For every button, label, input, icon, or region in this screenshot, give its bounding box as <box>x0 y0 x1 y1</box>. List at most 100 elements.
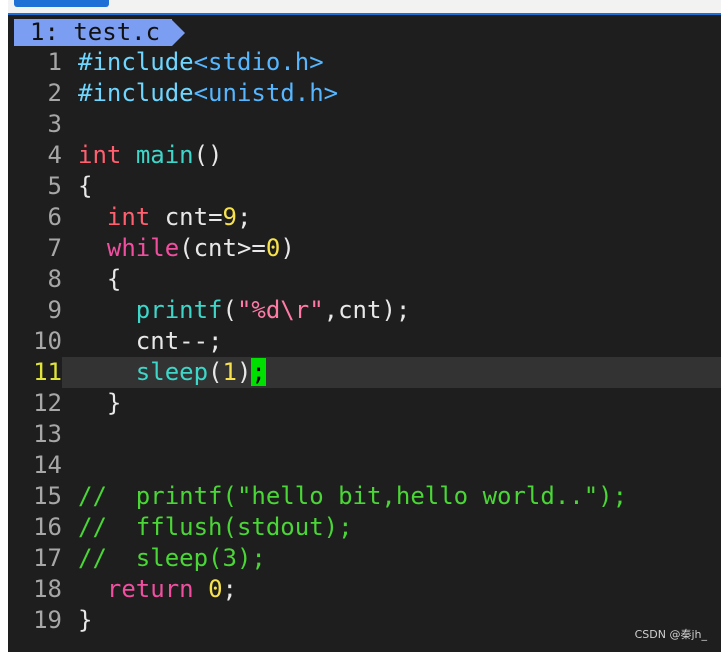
line-text: } <box>78 388 121 419</box>
window-top-bar <box>0 0 721 14</box>
line-number: 16 <box>33 513 62 541</box>
line-text: // printf("hello bit,hello world.."); <box>78 481 627 512</box>
code-token: return <box>106 575 194 603</box>
line-text: cnt--; <box>78 326 223 357</box>
line-number: 8 <box>47 265 62 293</box>
line-number: 5 <box>47 172 62 200</box>
line-number: 4 <box>47 141 62 169</box>
code-line[interactable]: 6 int cnt=9; <box>14 202 721 233</box>
code-token: "%d\r" <box>236 296 324 324</box>
vim-tabline: 1: test.c <box>14 19 239 46</box>
code-line[interactable]: 4 int main() <box>14 140 721 171</box>
window-left-strip <box>0 0 8 652</box>
line-text: // sleep(3); <box>78 543 266 574</box>
line-text: // fflush(stdout); <box>78 512 353 543</box>
code-token: // fflush(stdout); <box>78 513 353 541</box>
code-token: main <box>135 141 194 169</box>
line-number: 17 <box>33 544 62 572</box>
code-line[interactable]: 17 // sleep(3); <box>14 543 721 574</box>
code-line[interactable]: 12 } <box>14 388 721 419</box>
window-tab[interactable] <box>14 0 109 7</box>
code-line[interactable]: 16 // fflush(stdout); <box>14 512 721 543</box>
code-token: cnt--; <box>78 327 223 355</box>
code-token: ( <box>208 358 223 386</box>
code-line[interactable]: 2 #include<unistd.h> <box>14 78 721 109</box>
code-token: int <box>78 141 122 169</box>
code-token: 9 <box>222 203 237 231</box>
code-token: sleep <box>135 358 209 386</box>
code-line[interactable]: 1 #include<stdio.h> <box>14 47 721 78</box>
line-number: 14 <box>33 451 62 479</box>
code-token: ,cnt); <box>323 296 411 324</box>
code-token: ) <box>236 358 252 386</box>
code-token: printf <box>135 296 223 324</box>
line-text: } <box>78 605 92 636</box>
code-area[interactable]: 1 #include<stdio.h> 2 #include<unistd.h> 3 4 i… <box>14 47 721 636</box>
line-number: 6 <box>47 203 62 231</box>
line-number: 3 <box>47 110 62 138</box>
code-token: // printf("hello bit,hello world.."); <box>78 482 628 510</box>
line-text: return 0; <box>78 574 237 605</box>
code-token: int <box>106 203 151 231</box>
code-token: ; <box>236 203 252 231</box>
code-token: } <box>78 606 93 634</box>
code-line[interactable]: 7 while(cnt>=0) <box>14 233 721 264</box>
code-line[interactable]: 19} <box>14 605 721 636</box>
line-text: printf("%d\r",cnt); <box>78 295 411 326</box>
line-number: 10 <box>33 327 62 355</box>
code-token: (cnt>= <box>179 234 266 262</box>
code-token: ; <box>222 575 237 603</box>
code-line[interactable]: 13 <box>14 419 721 450</box>
line-text: #include<stdio.h> <box>78 47 324 78</box>
code-line[interactable]: 11 sleep(1); <box>14 357 721 388</box>
line-number: 12 <box>33 389 62 417</box>
code-token: () <box>193 141 223 169</box>
watermark: CSDN @秦jh_ <box>634 628 707 641</box>
code-token: #include <box>78 48 194 76</box>
vim-editor[interactable]: 1: test.c 1 #include<stdio.h> 2 #include<un… <box>14 15 721 652</box>
code-line[interactable]: 9 printf("%d\r",cnt); <box>14 295 721 326</box>
line-number: 1 <box>47 48 62 76</box>
code-token: cnt= <box>150 203 223 231</box>
line-number: 18 <box>33 575 62 603</box>
text-cursor: ; <box>251 358 266 386</box>
line-text: { <box>78 171 92 202</box>
line-text: #include<unistd.h> <box>78 78 338 109</box>
code-token: { <box>78 172 93 200</box>
tab-test-c[interactable]: 1: test.c <box>14 19 173 46</box>
code-line[interactable]: 14 <box>14 450 721 481</box>
code-token: ( <box>222 296 237 324</box>
line-text: sleep(1); <box>78 357 266 388</box>
code-line[interactable]: 8 { <box>14 264 721 295</box>
line-number: 11 <box>14 357 62 388</box>
code-token: 0 <box>208 575 223 603</box>
line-text: int cnt=9; <box>78 202 252 233</box>
line-text: int main() <box>78 140 223 171</box>
tab-arrow-icon <box>172 19 186 46</box>
code-line[interactable]: 3 <box>14 109 721 140</box>
code-token: ) <box>280 234 295 262</box>
code-line[interactable]: 15 // printf("hello bit,hello world.."); <box>14 481 721 512</box>
code-token: 0 <box>265 234 281 262</box>
code-token: 1 <box>222 358 237 386</box>
code-token: } <box>78 389 122 417</box>
line-text: { <box>78 264 121 295</box>
line-text: while(cnt>=0) <box>78 233 295 264</box>
code-token: <stdio.h> <box>193 48 324 76</box>
code-line[interactable]: 5{ <box>14 171 721 202</box>
code-line[interactable]: 10 cnt--; <box>14 326 721 357</box>
code-token: while <box>106 234 180 262</box>
code-line[interactable]: 18 return 0; <box>14 574 721 605</box>
line-number: 15 <box>33 482 62 510</box>
line-number: 19 <box>33 606 62 634</box>
code-token: { <box>78 265 122 293</box>
line-number: 9 <box>47 296 62 324</box>
line-number: 2 <box>47 79 62 107</box>
line-number: 7 <box>47 234 62 262</box>
code-token: <unistd.h> <box>193 79 339 107</box>
